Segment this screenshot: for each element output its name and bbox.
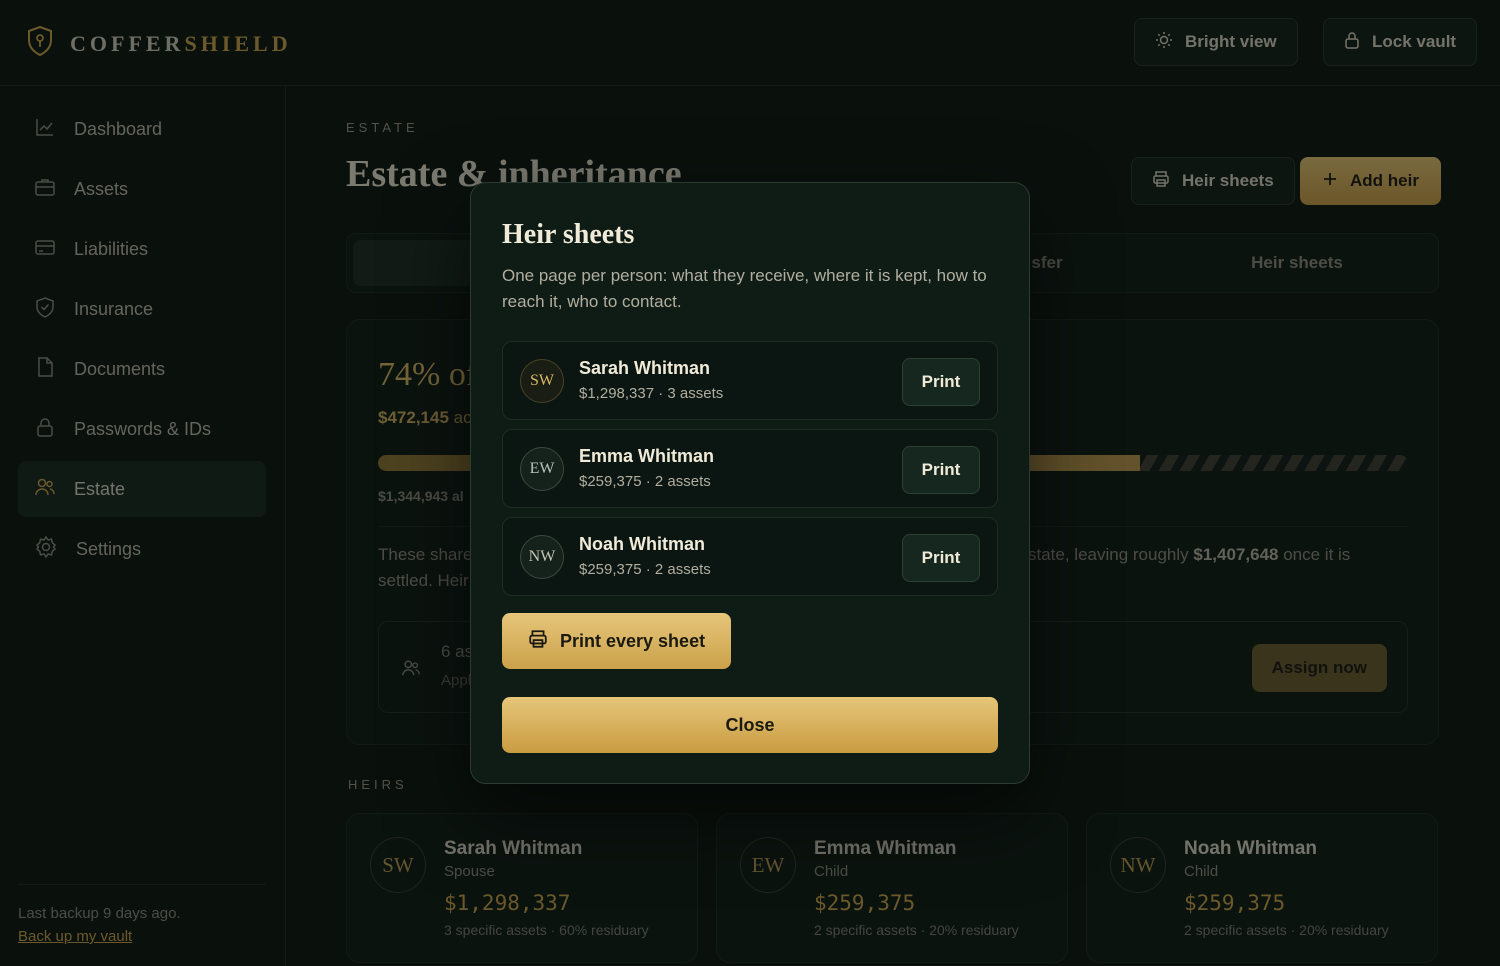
heir-summary: $1,298,337 · 3 assets bbox=[579, 385, 724, 402]
close-button[interactable]: Close bbox=[502, 697, 998, 753]
avatar: NW bbox=[520, 535, 564, 579]
dialog-description: One page per person: what they receive, … bbox=[502, 266, 987, 311]
avatar: EW bbox=[520, 447, 564, 491]
print-button[interactable]: Print bbox=[902, 446, 980, 494]
print-button[interactable]: Print bbox=[902, 358, 980, 406]
print-every-sheet-label: Print every sheet bbox=[560, 630, 706, 651]
heir-sheet-row: SW Sarah Whitman $1,298,337 · 3 assets P… bbox=[502, 341, 998, 420]
printer-icon bbox=[528, 629, 548, 654]
heir-sheet-row: EW Emma Whitman $259,375 · 2 assets Prin… bbox=[502, 429, 998, 508]
heir-name: Sarah Whitman bbox=[579, 358, 711, 378]
heir-name: Emma Whitman bbox=[579, 446, 715, 466]
heir-summary: $259,375 · 2 assets bbox=[579, 561, 711, 578]
heir-sheet-row: NW Noah Whitman $259,375 · 2 assets Prin… bbox=[502, 517, 998, 596]
print-every-sheet-button[interactable]: Print every sheet bbox=[502, 613, 732, 669]
avatar: SW bbox=[520, 359, 564, 403]
print-button[interactable]: Print bbox=[902, 534, 980, 582]
heir-summary: $259,375 · 2 assets bbox=[579, 473, 711, 490]
dialog-title: Heir sheets bbox=[502, 219, 635, 250]
heir-name: Noah Whitman bbox=[579, 534, 705, 554]
heir-sheets-dialog: Heir sheets One page per person: what th… bbox=[470, 182, 1030, 784]
